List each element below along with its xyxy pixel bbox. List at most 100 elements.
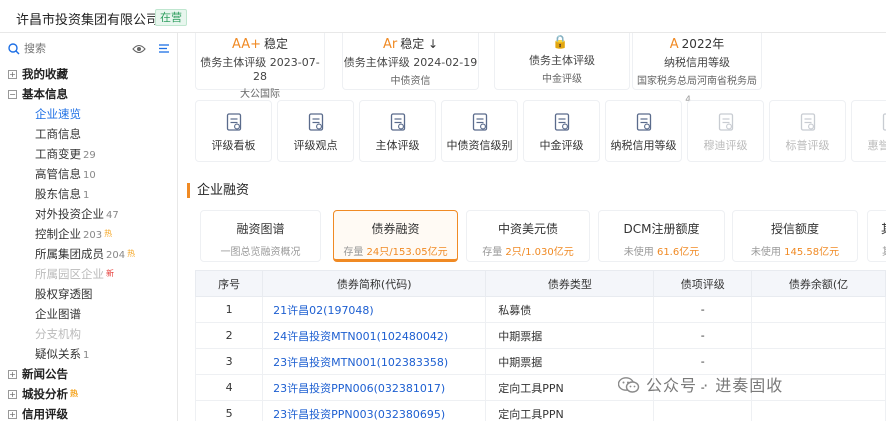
sidebar-item-count: 1 xyxy=(83,350,89,361)
rating-trend: 2022年 xyxy=(682,37,725,51)
rating-card[interactable]: 🔒债务主体评级中金评级 xyxy=(494,33,630,90)
tab-financing[interactable]: DCM注册额度未使用 61.6亿元 xyxy=(598,210,725,262)
tab-summary-value: 24只/153.05亿元 xyxy=(367,247,448,258)
tile-tax-credit[interactable]: 纳税信用等级4 xyxy=(605,100,682,162)
sidebar-item[interactable]: 股权穿透图 xyxy=(0,284,178,304)
table-cell: 中期票据 xyxy=(486,323,654,349)
rating-trend: 稳定 ↓ xyxy=(400,37,438,51)
bond-link[interactable]: 23许昌投资PPN003(032380695) xyxy=(263,401,486,422)
tab-financing[interactable]: 债券融资存量 24只/153.05亿元 xyxy=(333,210,458,262)
sidebar-item-label: 信用评级 xyxy=(22,407,68,421)
tile-label: 穆迪评级 xyxy=(688,137,763,153)
tab-summary-prefix: 未使用 xyxy=(751,247,784,258)
rating-grade: AA+ xyxy=(232,37,261,52)
sidebar-item-count: 1 xyxy=(83,190,89,201)
rating-grade: A xyxy=(670,37,679,52)
sp-icon xyxy=(800,113,817,135)
sidebar-item[interactable]: 所属集团成员204热 xyxy=(0,244,178,264)
eye-icon[interactable] xyxy=(132,43,146,57)
bond-link[interactable]: 24许昌投资MTN001(102480042) xyxy=(263,323,486,349)
sidebar-item[interactable]: 企业速览 xyxy=(0,104,178,124)
sidebar-item-count: 10 xyxy=(83,170,96,181)
watermark-text: 公众号 · 进奏固收 xyxy=(646,376,783,395)
tile-label: 中债资信级别 xyxy=(442,137,517,153)
sidebar-item: 分支机构 xyxy=(0,324,178,344)
rating-card[interactable]: A2022年纳税信用等级国家税务总局河南省税务局 xyxy=(632,33,762,90)
sidebar-item-label: 疑似关系 xyxy=(35,347,81,361)
sidebar-item[interactable]: 工商变更29 xyxy=(0,144,178,164)
tab-summary: 其 xyxy=(868,243,886,258)
table-cell xyxy=(752,349,886,375)
sidebar-item-label: 城投分析 xyxy=(22,387,68,401)
tab-title: 授信额度 xyxy=(733,220,857,237)
tile-cicc[interactable]: 中金评级 xyxy=(523,100,600,162)
rating-grade-line: Ar稳定 ↓ xyxy=(343,35,478,52)
sidebar-item-label: 工商变更 xyxy=(35,147,81,161)
expand-icon[interactable]: + xyxy=(8,370,17,379)
tab-title: 中资美元债 xyxy=(467,220,589,237)
tile-opinion[interactable]: 评级观点 xyxy=(277,100,354,162)
bond-link[interactable]: 23许昌投资MTN001(102383358) xyxy=(263,349,486,375)
tab-financing[interactable]: 融资图谱一图总览融资概况 xyxy=(200,210,321,262)
rating-type: 债务主体评级 xyxy=(495,52,629,68)
expand-icon[interactable]: + xyxy=(8,70,17,79)
sidebar-item[interactable]: −基本信息 xyxy=(0,84,178,104)
chinabond-icon xyxy=(472,113,489,135)
rating-card[interactable]: AA+稳定债务主体评级 2023-07-28大公国际 xyxy=(195,33,325,90)
tab-financing[interactable]: 授信额度未使用 145.58亿元 xyxy=(732,210,858,262)
tile-label: 评级观点 xyxy=(278,137,353,153)
section-title: 企业融资 xyxy=(187,183,249,198)
sidebar-search xyxy=(6,40,172,58)
tab-financing[interactable]: 其其 xyxy=(867,210,886,262)
bond-link[interactable]: 21许昌02(197048) xyxy=(263,297,486,323)
sidebar-item[interactable]: 控制企业203热 xyxy=(0,224,178,244)
tile-sp: 标普评级 xyxy=(769,100,846,162)
sidebar-item-label: 所属集团成员 xyxy=(35,247,104,261)
tab-summary-prefix: 未使用 xyxy=(624,247,657,258)
table-header: 债券类型 xyxy=(486,271,654,297)
board-icon xyxy=(226,113,243,135)
sidebar-item[interactable]: 工商信息 xyxy=(0,124,178,144)
sidebar: +我的收藏−基本信息企业速览工商信息工商变更29高管信息10股东信息1对外投资企… xyxy=(0,33,178,421)
tab-title: DCM注册额度 xyxy=(599,220,724,237)
sidebar-item[interactable]: 高管信息10 xyxy=(0,164,178,184)
sidebar-item[interactable]: 疑似关系1 xyxy=(0,344,178,364)
sidebar-item[interactable]: +我的收藏 xyxy=(0,64,178,84)
tile-board[interactable]: 评级看板 xyxy=(195,100,272,162)
table-cell xyxy=(654,401,752,422)
sidebar-item[interactable]: 股东信息1 xyxy=(0,184,178,204)
tile-entity-rating[interactable]: 主体评级 xyxy=(359,100,436,162)
table-cell: 定向工具PPN xyxy=(486,401,654,422)
tab-summary: 未使用 61.6亿元 xyxy=(599,243,724,258)
tile-label: 中金评级 xyxy=(524,137,599,153)
tab-summary-value: 145.58亿元 xyxy=(784,247,839,258)
top-bar: 许昌市投资集团有限公司 在营 xyxy=(0,0,886,33)
status-badge: 在营 xyxy=(155,9,187,26)
sidebar-item[interactable]: +新闻公告 xyxy=(0,364,178,384)
sidebar-item[interactable]: 企业图谱 xyxy=(0,304,178,324)
search-input[interactable] xyxy=(24,40,124,58)
table-row: 323许昌投资MTN001(102383358)中期票据- xyxy=(196,349,886,375)
sidebar-item-count: 47 xyxy=(106,210,119,221)
sidebar-item-count: 29 xyxy=(83,150,96,161)
rating-agency: 中金评级 xyxy=(495,70,629,85)
sidebar-item[interactable]: + 信用评级 xyxy=(0,404,178,424)
table-cell: 3 xyxy=(196,349,263,375)
table-cell xyxy=(752,323,886,349)
tab-summary-prefix: 一图总览融资概况 xyxy=(221,247,301,258)
rating-card[interactable]: Ar稳定 ↓债务主体评级 2024-02-19中债资信 xyxy=(342,33,479,90)
table-row: 224许昌投资MTN001(102480042)中期票据- xyxy=(196,323,886,349)
expand-icon[interactable]: + xyxy=(8,410,17,419)
expand-icon[interactable]: − xyxy=(8,90,17,99)
tile-label: 主体评级 xyxy=(360,137,435,153)
list-filter-icon[interactable] xyxy=(158,43,170,57)
sidebar-item[interactable]: +城投分析热 xyxy=(0,384,178,404)
table-cell xyxy=(752,297,886,323)
sidebar-item-label: 股权穿透图 xyxy=(35,287,93,301)
bond-link[interactable]: 23许昌投资PPN006(032381017) xyxy=(263,375,486,401)
expand-icon[interactable]: + xyxy=(8,390,17,399)
sidebar-item[interactable]: 对外投资企业47 xyxy=(0,204,178,224)
tab-financing[interactable]: 中资美元债存量 2只/1.030亿元 xyxy=(466,210,590,262)
hot-badge: 热 xyxy=(104,224,112,244)
tile-chinabond[interactable]: 中债资信级别 xyxy=(441,100,518,162)
